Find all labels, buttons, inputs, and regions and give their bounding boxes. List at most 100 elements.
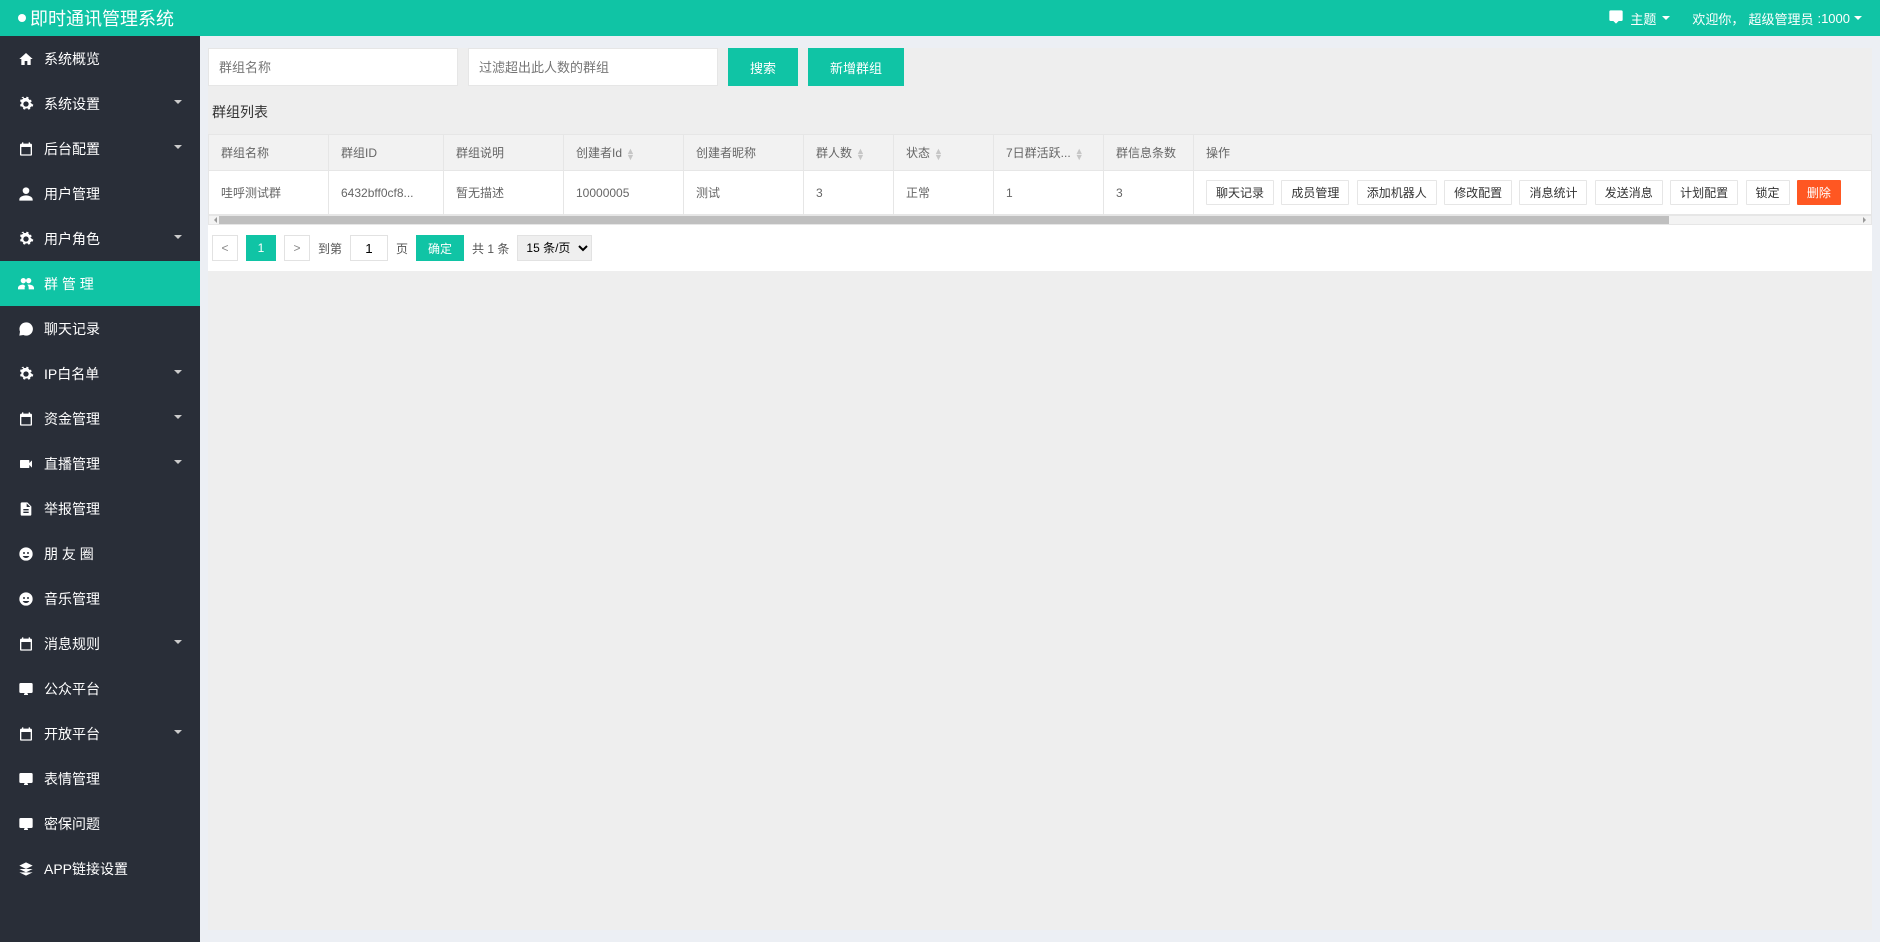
- msg-stats-button[interactable]: 消息统计: [1519, 180, 1587, 205]
- sidebar-item-label: 资金管理: [44, 409, 100, 429]
- chat-log-button[interactable]: 聊天记录: [1206, 180, 1274, 205]
- sidebar-item-10[interactable]: 举报管理: [0, 486, 200, 531]
- user-icon: [18, 186, 34, 202]
- chat-icon: [1608, 9, 1624, 28]
- total-count: 共 1 条: [472, 240, 509, 257]
- sidebar-item-9[interactable]: 直播管理: [0, 441, 200, 486]
- th-msg-count[interactable]: 群信息条数: [1104, 135, 1194, 171]
- user-menu[interactable]: 欢迎你， 超级管理员 :1000: [1692, 9, 1862, 28]
- member-filter-input[interactable]: [468, 48, 718, 86]
- calendar-icon: [18, 411, 34, 427]
- chevron-down-icon: [174, 637, 182, 651]
- monitor-icon: [18, 681, 34, 697]
- chevron-down-icon: [1662, 16, 1670, 24]
- sidebar-item-label: 系统设置: [44, 94, 100, 114]
- next-page-button[interactable]: >: [284, 235, 310, 261]
- main-content: 搜索 新增群组 群组列表 群组名称 群组ID 群组说明 创建者Id▲▼ 创建者昵…: [200, 36, 1880, 942]
- search-toolbar: 搜索 新增群组: [208, 48, 1872, 98]
- calendar-icon: [18, 726, 34, 742]
- member-mgmt-button[interactable]: 成员管理: [1281, 180, 1349, 205]
- cell-desc: 暂无描述: [444, 171, 564, 215]
- sidebar-item-3[interactable]: 用户管理: [0, 171, 200, 216]
- sidebar-item-7[interactable]: IP白名单: [0, 351, 200, 396]
- add-bot-button[interactable]: 添加机器人: [1357, 180, 1437, 205]
- sidebar-item-16[interactable]: 表情管理: [0, 756, 200, 801]
- data-table: 群组名称 群组ID 群组说明 创建者Id▲▼ 创建者昵称 群人数▲▼ 状态▲▼ …: [208, 134, 1872, 271]
- sidebar-item-label: IP白名单: [44, 364, 99, 384]
- horizontal-scrollbar[interactable]: [208, 215, 1872, 225]
- monitor-icon: [18, 771, 34, 787]
- chevron-down-icon: [1854, 16, 1862, 24]
- th-desc[interactable]: 群组说明: [444, 135, 564, 171]
- app-title: 即时通讯管理系统: [18, 5, 174, 31]
- sidebar-item-label: 表情管理: [44, 769, 100, 789]
- chevron-down-icon: [174, 457, 182, 471]
- sidebar-item-1[interactable]: 系统设置: [0, 81, 200, 126]
- cell-creator-id: 10000005: [564, 171, 684, 215]
- sidebar-item-label: 公众平台: [44, 679, 100, 699]
- group-name-input[interactable]: [208, 48, 458, 86]
- th-creator-id[interactable]: 创建者Id▲▼: [564, 135, 684, 171]
- video-icon: [18, 456, 34, 472]
- sidebar-item-13[interactable]: 消息规则: [0, 621, 200, 666]
- plan-config-button[interactable]: 计划配置: [1670, 180, 1738, 205]
- sort-icon: ▲▼: [856, 148, 865, 160]
- th-activity[interactable]: 7日群活跃...▲▼: [994, 135, 1104, 171]
- sidebar-item-label: APP链接设置: [44, 859, 128, 879]
- send-msg-button[interactable]: 发送消息: [1595, 180, 1663, 205]
- th-count[interactable]: 群人数▲▼: [804, 135, 894, 171]
- th-name[interactable]: 群组名称: [209, 135, 329, 171]
- scrollbar-thumb[interactable]: [219, 216, 1669, 224]
- sidebar-item-label: 音乐管理: [44, 589, 100, 609]
- delete-button[interactable]: 删除: [1797, 180, 1841, 205]
- edit-config-button[interactable]: 修改配置: [1444, 180, 1512, 205]
- sidebar-item-label: 直播管理: [44, 454, 100, 474]
- goto-confirm-button[interactable]: 确定: [416, 235, 464, 261]
- theme-switcher[interactable]: 主题: [1608, 9, 1670, 28]
- add-group-button[interactable]: 新增群组: [808, 48, 904, 86]
- th-creator-nick[interactable]: 创建者昵称: [684, 135, 804, 171]
- sidebar-item-6[interactable]: 聊天记录: [0, 306, 200, 351]
- sidebar-item-label: 群 管 理: [44, 274, 94, 294]
- sidebar-item-2[interactable]: 后台配置: [0, 126, 200, 171]
- gear-icon: [18, 231, 34, 247]
- monitor-icon: [18, 816, 34, 832]
- sidebar-item-4[interactable]: 用户角色: [0, 216, 200, 261]
- th-id[interactable]: 群组ID: [329, 135, 444, 171]
- goto-label: 到第: [318, 240, 342, 257]
- prev-page-button[interactable]: <: [212, 235, 238, 261]
- goto-suffix: 页: [396, 240, 408, 257]
- sidebar-item-label: 朋 友 圈: [44, 544, 94, 564]
- sort-icon: ▲▼: [626, 148, 635, 160]
- cell-ops: 聊天记录 成员管理 添加机器人 修改配置 消息统计 发送消息 计划配置 锁定 删…: [1194, 171, 1872, 215]
- lock-button[interactable]: 锁定: [1746, 180, 1790, 205]
- page-size-select[interactable]: 15 条/页: [517, 235, 592, 261]
- sidebar-item-11[interactable]: 朋 友 圈: [0, 531, 200, 576]
- sidebar-item-14[interactable]: 公众平台: [0, 666, 200, 711]
- sidebar-item-18[interactable]: APP链接设置: [0, 846, 200, 891]
- search-button[interactable]: 搜索: [728, 48, 798, 86]
- th-status[interactable]: 状态▲▼: [894, 135, 994, 171]
- sidebar: 系统概览系统设置后台配置用户管理用户角色群 管 理聊天记录 IP白名单资金管理直播…: [0, 36, 200, 942]
- cell-id: 6432bff0cf8...: [329, 171, 444, 215]
- cell-creator-nick: 测试: [684, 171, 804, 215]
- sidebar-item-label: 后台配置: [44, 139, 100, 159]
- sort-icon: ▲▼: [1075, 148, 1084, 160]
- page-number[interactable]: 1: [246, 235, 276, 261]
- smile-icon: [18, 546, 34, 562]
- goto-page-input[interactable]: [350, 235, 388, 261]
- home-icon: [18, 51, 34, 67]
- sidebar-item-label: 开放平台: [44, 724, 100, 744]
- gear-icon: [18, 96, 34, 112]
- sidebar-item-12[interactable]: 音乐管理: [0, 576, 200, 621]
- sidebar-item-15[interactable]: 开放平台: [0, 711, 200, 756]
- sidebar-item-5[interactable]: 群 管 理: [0, 261, 200, 306]
- chevron-down-icon: [174, 727, 182, 741]
- top-header: 即时通讯管理系统 主题 欢迎你， 超级管理员 :1000: [0, 0, 1880, 36]
- sidebar-item-label: 密保问题: [44, 814, 100, 834]
- cell-msg-count: 3: [1104, 171, 1194, 215]
- sidebar-item-label: 系统概览: [44, 49, 100, 69]
- sidebar-item-8[interactable]: 资金管理: [0, 396, 200, 441]
- sidebar-item-0[interactable]: 系统概览: [0, 36, 200, 81]
- sidebar-item-17[interactable]: 密保问题: [0, 801, 200, 846]
